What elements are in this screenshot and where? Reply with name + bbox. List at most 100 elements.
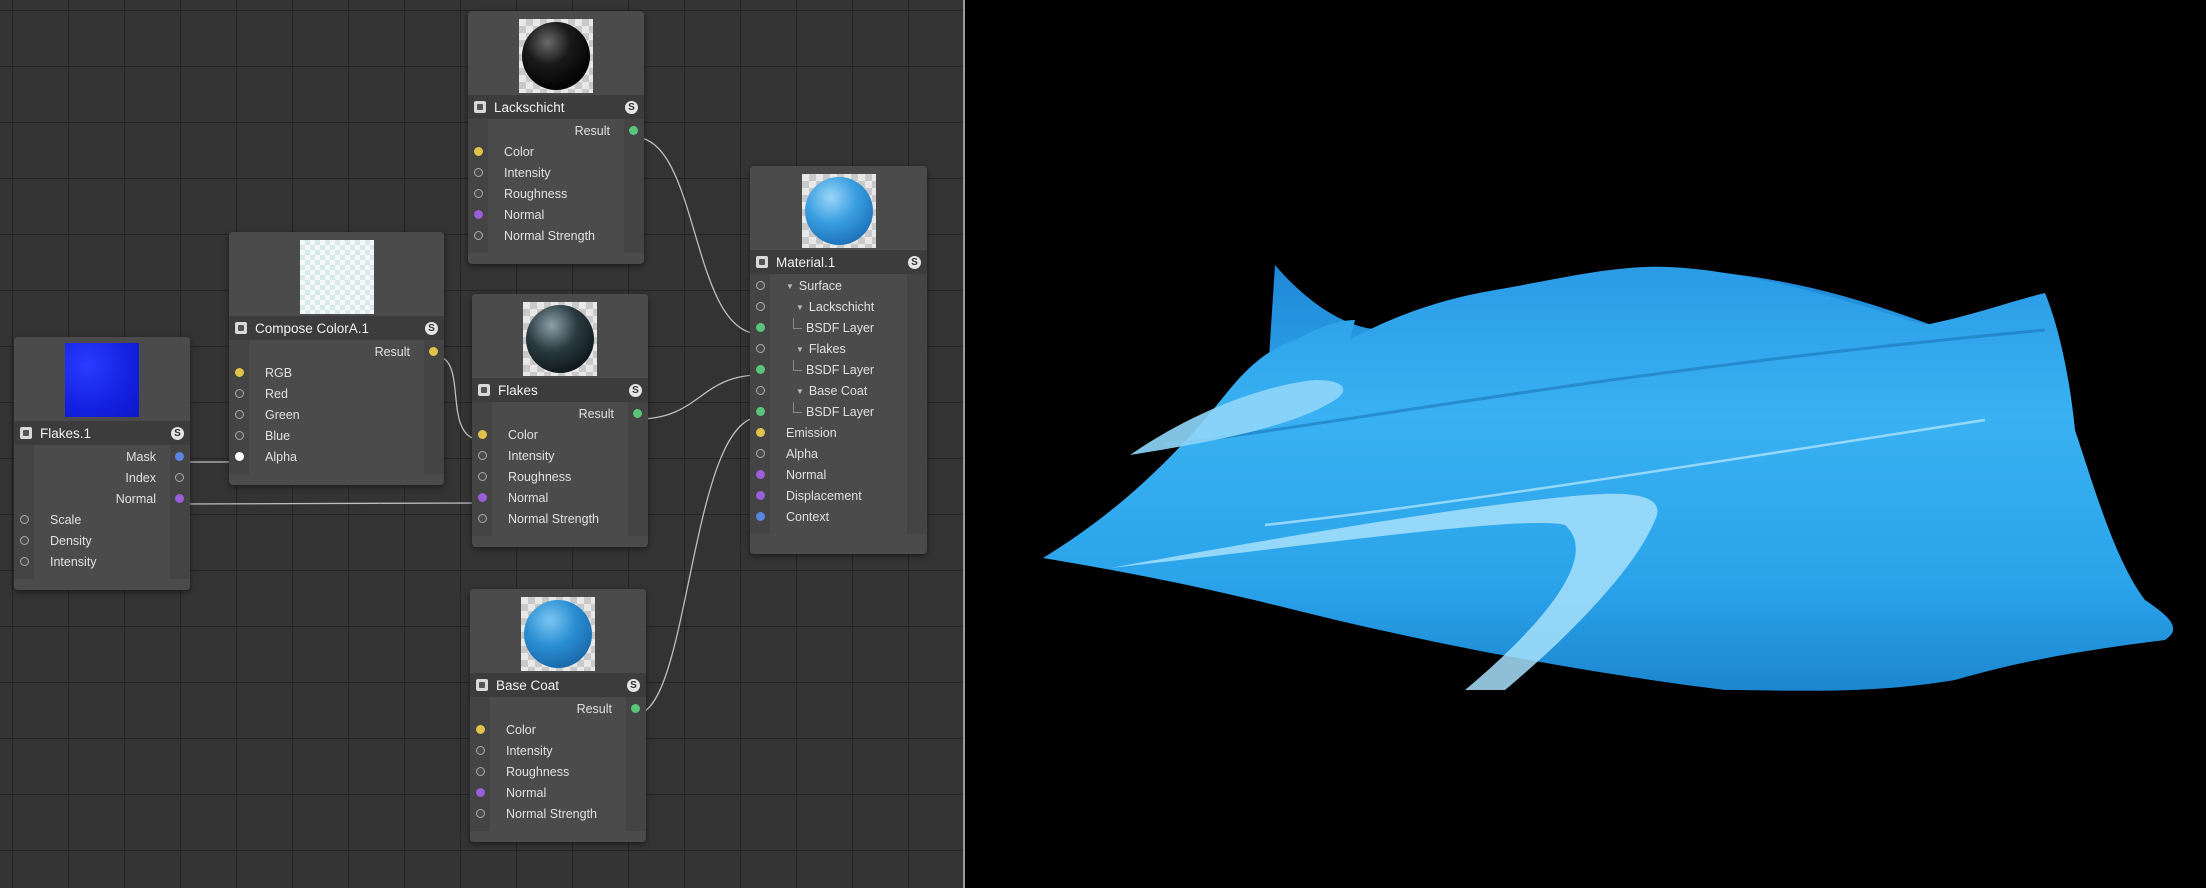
port-socket[interactable]	[476, 746, 485, 755]
port-socket[interactable]	[629, 126, 638, 135]
input-port[interactable]: Emission	[750, 423, 927, 444]
port-socket[interactable]	[476, 767, 485, 776]
input-port[interactable]: Intensity	[468, 163, 644, 184]
node-header[interactable]: Base Coat S	[470, 673, 646, 697]
port-socket[interactable]	[429, 347, 438, 356]
output-port[interactable]: Result	[229, 342, 444, 363]
expand-triangle-icon[interactable]: ▼	[796, 381, 804, 402]
port-socket[interactable]	[235, 410, 244, 419]
output-port[interactable]: Mask	[14, 447, 190, 468]
node-header[interactable]: Lackschicht S	[468, 95, 644, 119]
port-socket[interactable]	[476, 725, 485, 734]
port-socket[interactable]	[235, 389, 244, 398]
port-socket[interactable]	[478, 514, 487, 523]
node-header[interactable]: Material.1 S	[750, 250, 927, 274]
node-flakes1[interactable]: Flakes.1 S Mask Index Normal Scale Density In…	[14, 337, 190, 590]
port-socket[interactable]	[756, 302, 765, 311]
input-port[interactable]: Normal Strength	[470, 804, 646, 825]
port-socket[interactable]	[756, 344, 765, 353]
input-port[interactable]: Roughness	[472, 467, 648, 488]
port-socket[interactable]	[476, 809, 485, 818]
port-socket[interactable]	[175, 452, 184, 461]
render-viewport[interactable]	[965, 0, 2206, 888]
input-port[interactable]: Green	[229, 405, 444, 426]
output-port[interactable]: Result	[472, 404, 648, 425]
port-socket[interactable]	[756, 449, 765, 458]
bsdf-layer-input[interactable]: BSDF Layer	[750, 402, 927, 423]
node-header[interactable]: Flakes.1 S	[14, 421, 190, 445]
port-socket[interactable]	[756, 281, 765, 290]
solo-icon[interactable]: S	[625, 100, 638, 114]
node-header[interactable]: Flakes S	[472, 378, 648, 402]
port-socket[interactable]	[478, 472, 487, 481]
layer-group[interactable]: ▼ Base Coat	[750, 381, 927, 402]
input-port[interactable]: Normal	[750, 465, 927, 486]
input-port[interactable]: Color	[468, 142, 644, 163]
port-socket[interactable]	[756, 428, 765, 437]
port-socket[interactable]	[474, 168, 483, 177]
node-compose-color[interactable]: Compose ColorA.1 S Result RGB Red Green Blue…	[229, 232, 444, 485]
input-port[interactable]: Intensity	[14, 552, 190, 573]
input-port[interactable]: Blue	[229, 426, 444, 447]
output-port[interactable]: Index	[14, 468, 190, 489]
port-socket[interactable]	[756, 470, 765, 479]
port-socket[interactable]	[20, 536, 29, 545]
expand-triangle-icon[interactable]: ▼	[786, 276, 794, 297]
port-socket[interactable]	[474, 210, 483, 219]
node-base-coat[interactable]: Base Coat S Result Color Intensity Roughnes…	[470, 589, 646, 842]
input-port[interactable]: Alpha	[750, 444, 927, 465]
input-port[interactable]: Intensity	[470, 741, 646, 762]
port-socket[interactable]	[756, 512, 765, 521]
input-port[interactable]: RGB	[229, 363, 444, 384]
output-port[interactable]: Normal	[14, 489, 190, 510]
expand-triangle-icon[interactable]: ▼	[796, 297, 804, 318]
port-socket[interactable]	[20, 557, 29, 566]
layer-group[interactable]: ▼ Lackschicht	[750, 297, 927, 318]
node-lackschicht[interactable]: Lackschicht S Result Color Intensity Roughn…	[468, 11, 644, 264]
port-socket[interactable]	[474, 147, 483, 156]
port-socket[interactable]	[474, 189, 483, 198]
input-port[interactable]: Roughness	[470, 762, 646, 783]
port-socket[interactable]	[476, 788, 485, 797]
port-socket[interactable]	[756, 386, 765, 395]
input-port[interactable]: Normal Strength	[468, 226, 644, 247]
port-socket[interactable]	[478, 493, 487, 502]
input-port[interactable]: Normal	[470, 783, 646, 804]
node-flakes[interactable]: Flakes S Result Color Intensity Roughness No…	[472, 294, 648, 547]
port-socket[interactable]	[756, 407, 765, 416]
solo-icon[interactable]: S	[629, 383, 642, 397]
node-editor[interactable]: Flakes.1 S Mask Index Normal Scale Density In…	[0, 0, 963, 888]
layer-group[interactable]: ▼ Surface	[750, 276, 927, 297]
input-port[interactable]: Alpha	[229, 447, 444, 468]
input-port[interactable]: Density	[14, 531, 190, 552]
output-port[interactable]: Result	[470, 699, 646, 720]
port-socket[interactable]	[756, 491, 765, 500]
expand-triangle-icon[interactable]: ▼	[796, 339, 804, 360]
input-port[interactable]: Normal Strength	[472, 509, 648, 530]
bsdf-layer-input[interactable]: BSDF Layer	[750, 318, 927, 339]
port-socket[interactable]	[235, 368, 244, 377]
solo-icon[interactable]: S	[425, 321, 438, 335]
input-port[interactable]: Scale	[14, 510, 190, 531]
solo-icon[interactable]: S	[908, 255, 921, 269]
port-socket[interactable]	[235, 452, 244, 461]
input-port[interactable]: Color	[470, 720, 646, 741]
input-port[interactable]: Red	[229, 384, 444, 405]
port-socket[interactable]	[478, 451, 487, 460]
port-socket[interactable]	[474, 231, 483, 240]
input-port[interactable]: Context	[750, 507, 927, 528]
solo-icon[interactable]: S	[627, 678, 640, 692]
input-port[interactable]: Normal	[468, 205, 644, 226]
output-port[interactable]: Result	[468, 121, 644, 142]
port-socket[interactable]	[235, 431, 244, 440]
input-port[interactable]: Color	[472, 425, 648, 446]
input-port[interactable]: Intensity	[472, 446, 648, 467]
node-header[interactable]: Compose ColorA.1 S	[229, 316, 444, 340]
input-port[interactable]: Displacement	[750, 486, 927, 507]
port-socket[interactable]	[175, 473, 184, 482]
port-socket[interactable]	[20, 515, 29, 524]
input-port[interactable]: Normal	[472, 488, 648, 509]
port-socket[interactable]	[631, 704, 640, 713]
port-socket[interactable]	[756, 365, 765, 374]
port-socket[interactable]	[175, 494, 184, 503]
